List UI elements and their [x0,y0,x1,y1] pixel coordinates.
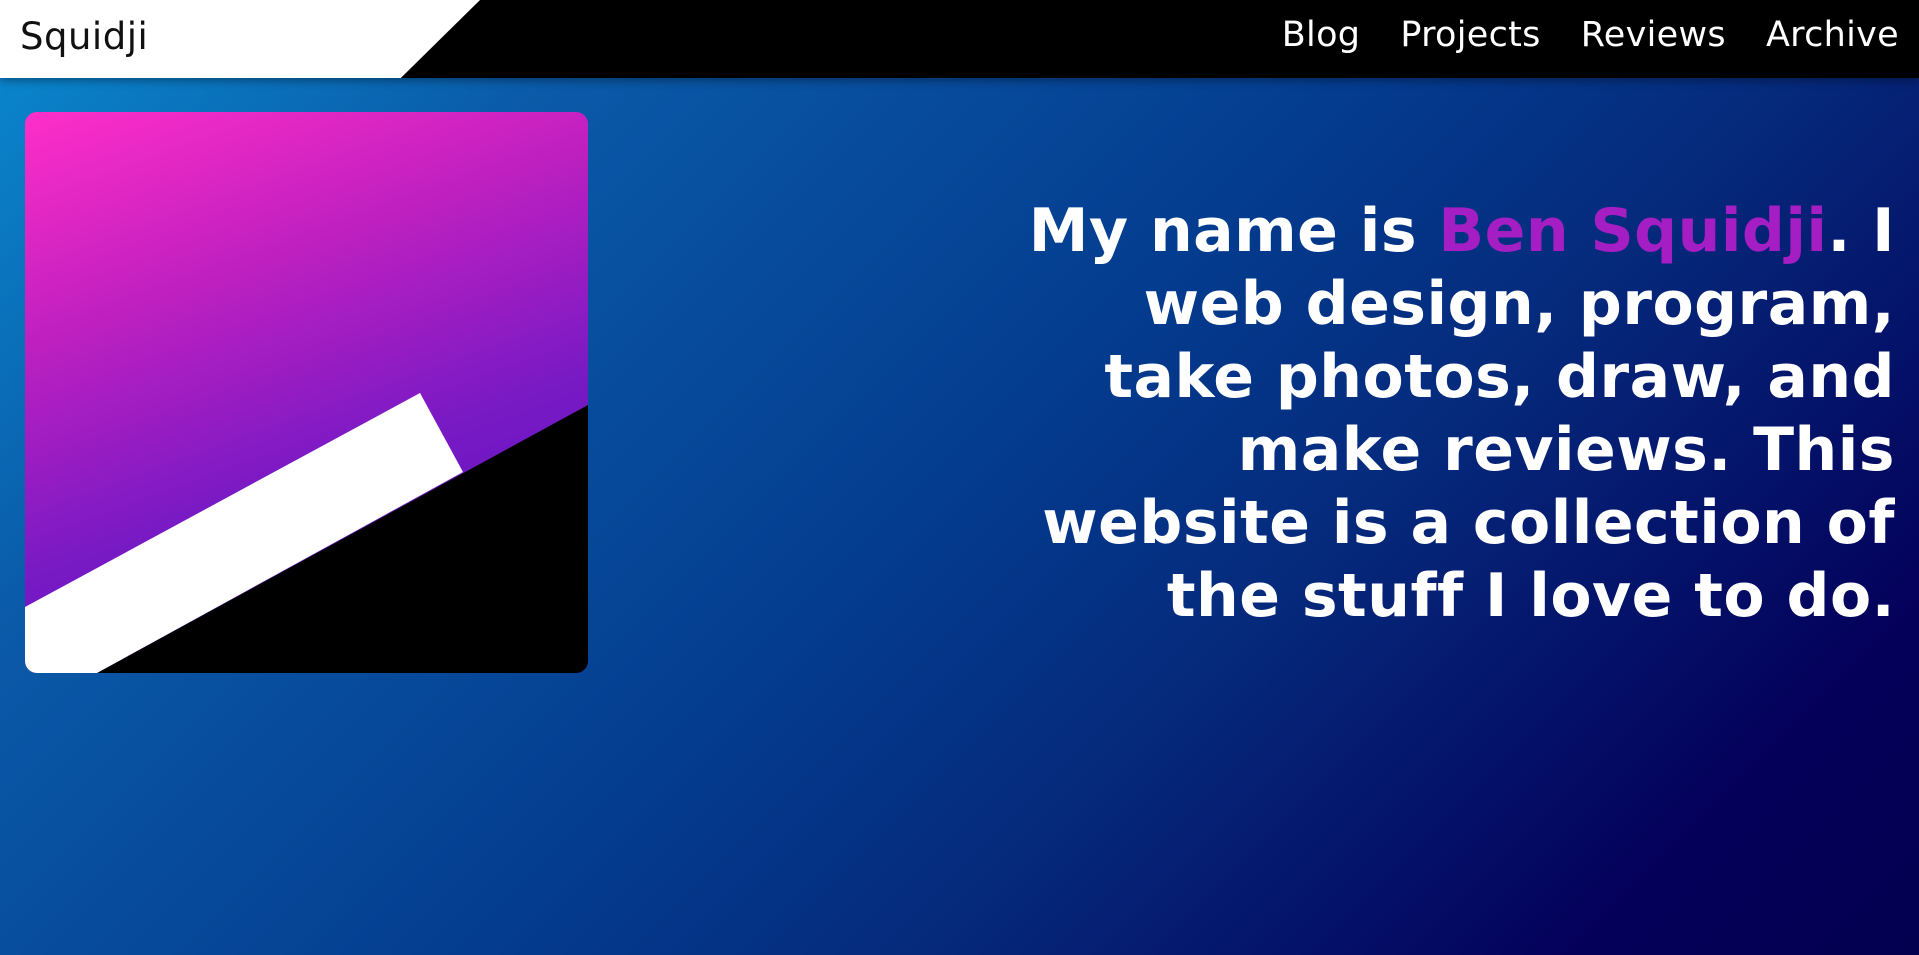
top-nav-bar: Squidji Blog Projects Reviews Archive [0,0,1919,78]
intro-prefix: My name is [1028,196,1439,266]
logo-tab[interactable]: Squidji [0,0,480,78]
profile-image [25,112,588,673]
squidji-logo-graphic-icon [25,393,588,673]
intro-name: Ben Squidji [1438,196,1828,266]
nav-link-reviews[interactable]: Reviews [1581,15,1726,55]
nav-link-archive[interactable]: Archive [1766,15,1899,55]
site-logo[interactable]: Squidji [20,15,148,58]
main-nav: Blog Projects Reviews Archive [1282,15,1899,55]
nav-link-blog[interactable]: Blog [1282,15,1361,55]
intro-text: My name is Ben Squidji. I web design, pr… [995,195,1895,633]
nav-link-projects[interactable]: Projects [1400,15,1540,55]
